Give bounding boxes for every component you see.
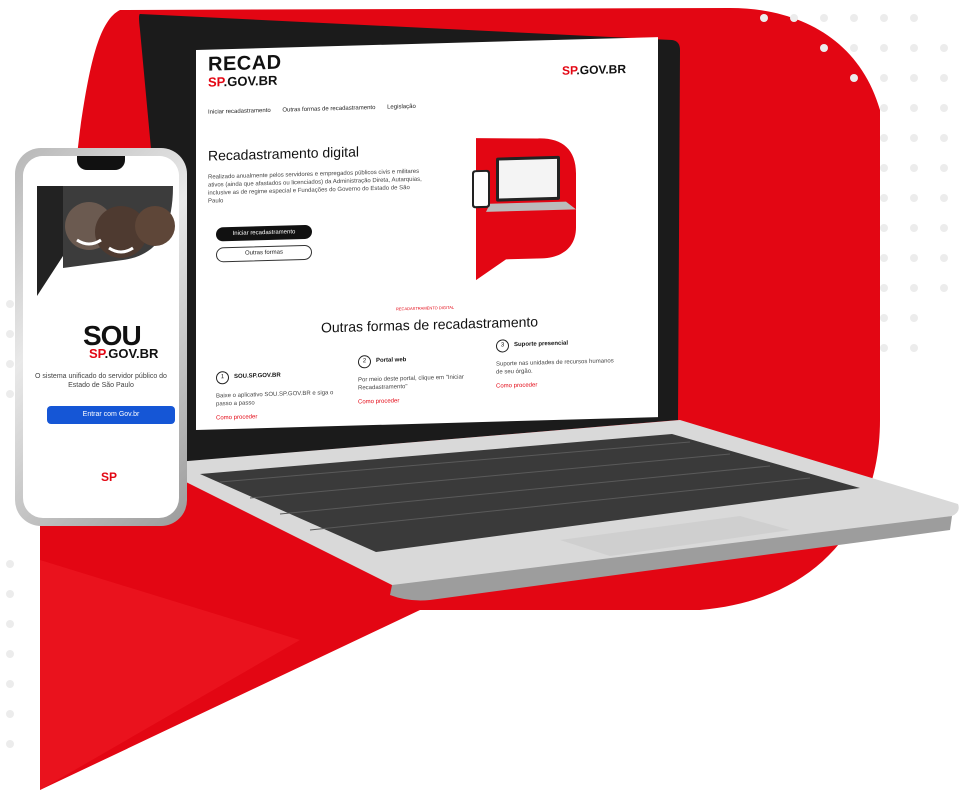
how-to-link[interactable]: Como proceder <box>358 395 476 406</box>
top-nav: Iniciar recadastramento Outras formas de… <box>208 104 426 116</box>
people-photo <box>23 156 179 306</box>
sou-domain: SP.GOV.BR <box>89 346 158 361</box>
option-card-presencial: 3 Suporte presencial Suporte nas unidades… <box>496 336 614 390</box>
card-title: Portal web <box>376 357 407 364</box>
option-card-app: 1 SOU.SP.GOV.BR Baixe o aplicativo SOU.SP… <box>216 368 334 422</box>
sou-domain-mark: SP <box>89 346 105 361</box>
hero-description: Realizado anualmente pelos servidores e … <box>208 168 422 205</box>
nav-item-iniciar[interactable]: Iniciar recadastramento <box>208 108 271 116</box>
smartphone: SOU SP.GOV.BR O sistema unificado do ser… <box>15 148 187 526</box>
phone-description: O sistema unificado do servidor público … <box>35 373 167 389</box>
sp-footer-logo: SP <box>101 470 118 484</box>
step-number: 3 <box>496 339 509 353</box>
card-title: SOU.SP.GOV.BR <box>234 372 281 380</box>
header-brand-mark: SP <box>561 63 577 78</box>
other-ways-button[interactable]: Outras formas <box>216 244 312 263</box>
phone-screen: SOU SP.GOV.BR O sistema unificado do ser… <box>23 156 179 518</box>
card-text: Suporte nas unidades de recursos humanos… <box>496 358 614 376</box>
header-brand[interactable]: SP.GOV.BR <box>562 62 626 78</box>
step-number: 1 <box>216 371 229 385</box>
hero-title: Recadastramento digital <box>208 143 359 164</box>
how-to-link[interactable]: Como proceder <box>496 379 614 390</box>
card-title: Suporte presencial <box>514 340 569 349</box>
laptop-screen: RECAD SP.GOV.BR SP.GOV.BR Iniciar recada… <box>196 37 658 430</box>
card-text: Por meio deste portal, clique em "Inicia… <box>358 374 464 392</box>
login-govbr-button[interactable]: Entrar com Gov.br <box>47 406 175 424</box>
recad-logo: RECAD SP.GOV.BR <box>208 52 282 92</box>
recad-logo-domain: .GOV.BR <box>223 72 278 90</box>
section-title: Outras formas de recadastramento <box>321 313 539 336</box>
recad-logo-mark: SP <box>208 74 224 90</box>
option-card-portal: 2 Portal web Por meio deste portal, cliqu… <box>358 352 476 406</box>
step-number: 2 <box>358 355 371 369</box>
section-kicker: RECADASTRAMENTO DIGITAL <box>396 304 455 312</box>
start-recadastramento-button[interactable]: Iniciar recadastramento <box>216 224 312 242</box>
how-to-link[interactable]: Como proceder <box>216 411 334 422</box>
nav-item-outras-formas[interactable]: Outras formas de recadastramento <box>282 105 375 114</box>
header-brand-text: .GOV.BR <box>576 61 626 78</box>
sou-domain-text: .GOV.BR <box>104 346 159 361</box>
phone-notch <box>77 156 125 170</box>
nav-item-legislacao[interactable]: Legislação <box>387 104 416 111</box>
card-text: Baixe o aplicativo SOU.SP.GOV.BR e siga … <box>216 390 334 408</box>
hero-illustration <box>472 138 576 281</box>
